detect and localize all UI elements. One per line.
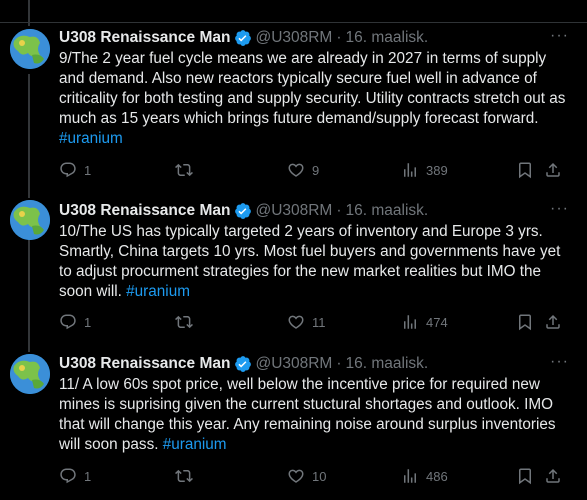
separator-dot: · [336, 29, 342, 46]
like-button[interactable]: 11 [287, 311, 326, 333]
tweet-header: U308 Renaissance Man @U308RM · 16. maali… [59, 200, 569, 222]
retweet-button[interactable] [175, 159, 200, 181]
avatar[interactable] [10, 354, 50, 394]
retweet-button[interactable] [175, 311, 200, 333]
retweet-icon [175, 469, 193, 483]
reply-count: 1 [84, 162, 92, 178]
avatar[interactable] [10, 200, 50, 240]
reply-count: 1 [84, 314, 92, 330]
tweet-card[interactable]: U308 Renaissance Man @U308RM · 16. maali… [0, 348, 587, 500]
handle[interactable]: @U308RM [255, 200, 332, 222]
bookmark-button[interactable] [516, 465, 534, 487]
display-name[interactable]: U308 Renaissance Man [59, 200, 230, 222]
share-button[interactable] [544, 465, 562, 487]
like-button[interactable]: 9 [287, 159, 319, 181]
like-count: 9 [312, 162, 320, 178]
display-name[interactable]: U308 Renaissance Man [59, 353, 230, 375]
bookmark-button[interactable] [516, 159, 534, 181]
reply-icon [60, 162, 76, 178]
tweet-text: 9/The 2 year fuel cycle means we are alr… [59, 49, 569, 149]
retweet-icon [175, 315, 193, 329]
handle[interactable]: @U308RM [255, 27, 332, 49]
reply-button[interactable]: 1 [59, 159, 91, 181]
hashtag-link[interactable]: #uranium [163, 436, 227, 453]
views-chart-icon [404, 469, 416, 483]
verified-badge-icon [235, 30, 252, 46]
timestamp[interactable]: 16. maalisk. [346, 353, 429, 375]
verified-badge-icon [235, 356, 252, 372]
share-button[interactable] [544, 159, 562, 181]
tweet-card[interactable]: U308 Renaissance Man @U308RM · 16. maali… [0, 22, 587, 194]
views-button[interactable]: 474 [401, 311, 448, 333]
bookmark-icon [519, 468, 531, 485]
handle[interactable]: @U308RM [255, 353, 332, 375]
retweet-button[interactable] [175, 465, 200, 487]
heart-icon [288, 469, 304, 483]
more-options-icon[interactable]: ··· [550, 200, 569, 218]
hashtag-link[interactable]: #uranium [59, 130, 123, 147]
reply-count: 1 [84, 468, 92, 484]
tweet-body: 11/ A low 60s spot price, well below the… [59, 376, 556, 453]
tweet-card[interactable]: U308 Renaissance Man @U308RM · 16. maali… [0, 196, 587, 348]
reply-icon [60, 468, 76, 484]
display-name[interactable]: U308 Renaissance Man [59, 27, 230, 49]
reply-button[interactable]: 1 [59, 311, 91, 333]
views-button[interactable]: 486 [401, 465, 448, 487]
verified-badge-icon [235, 203, 252, 219]
tweet-text: 10/The US has typically targeted 2 years… [59, 222, 569, 302]
views-count: 474 [426, 314, 448, 330]
share-icon [546, 468, 560, 483]
tweet-header: U308 Renaissance Man @U308RM · 16. maali… [59, 27, 569, 49]
heart-icon [288, 315, 304, 329]
tweet-body: 9/The 2 year fuel cycle means we are alr… [59, 50, 566, 127]
like-button[interactable]: 10 [287, 465, 326, 487]
share-icon [546, 314, 560, 329]
reply-button[interactable]: 1 [59, 465, 91, 487]
hashtag-link[interactable]: #uranium [126, 283, 190, 300]
timestamp[interactable]: 16. maalisk. [346, 200, 429, 222]
share-icon [546, 162, 560, 177]
views-count: 486 [426, 468, 448, 484]
tweet-actions: 1 9 389 [59, 159, 587, 181]
bookmark-icon [519, 162, 531, 179]
tweet-actions: 1 11 474 [59, 311, 587, 333]
tweet-header: U308 Renaissance Man @U308RM · 16. maali… [59, 353, 569, 375]
retweet-icon [175, 163, 193, 177]
like-count: 11 [312, 314, 326, 330]
tweet-actions: 1 10 486 [59, 465, 587, 487]
previous-tweet-actions: 690 [58, 0, 587, 8]
views-chart-icon [404, 315, 416, 329]
more-options-icon[interactable]: ··· [550, 27, 569, 45]
more-options-icon[interactable]: ··· [550, 353, 569, 371]
avatar[interactable] [10, 29, 50, 69]
views-count: 389 [426, 162, 448, 178]
like-count: 10 [312, 468, 327, 484]
bookmark-button[interactable] [516, 311, 534, 333]
tweet-text: 11/ A low 60s spot price, well below the… [59, 375, 569, 455]
views-chart-icon [404, 163, 416, 177]
tweet-thread-feed: 690 U308 Renaissance Man @U308RM · 16. m… [0, 0, 587, 500]
share-button[interactable] [544, 311, 562, 333]
timestamp[interactable]: 16. maalisk. [346, 27, 429, 49]
separator-dot: · [336, 355, 342, 372]
heart-icon [288, 163, 304, 177]
views-button[interactable]: 389 [401, 159, 448, 181]
bookmark-icon [519, 314, 531, 331]
reply-icon [60, 314, 76, 330]
separator-dot: · [336, 202, 342, 219]
